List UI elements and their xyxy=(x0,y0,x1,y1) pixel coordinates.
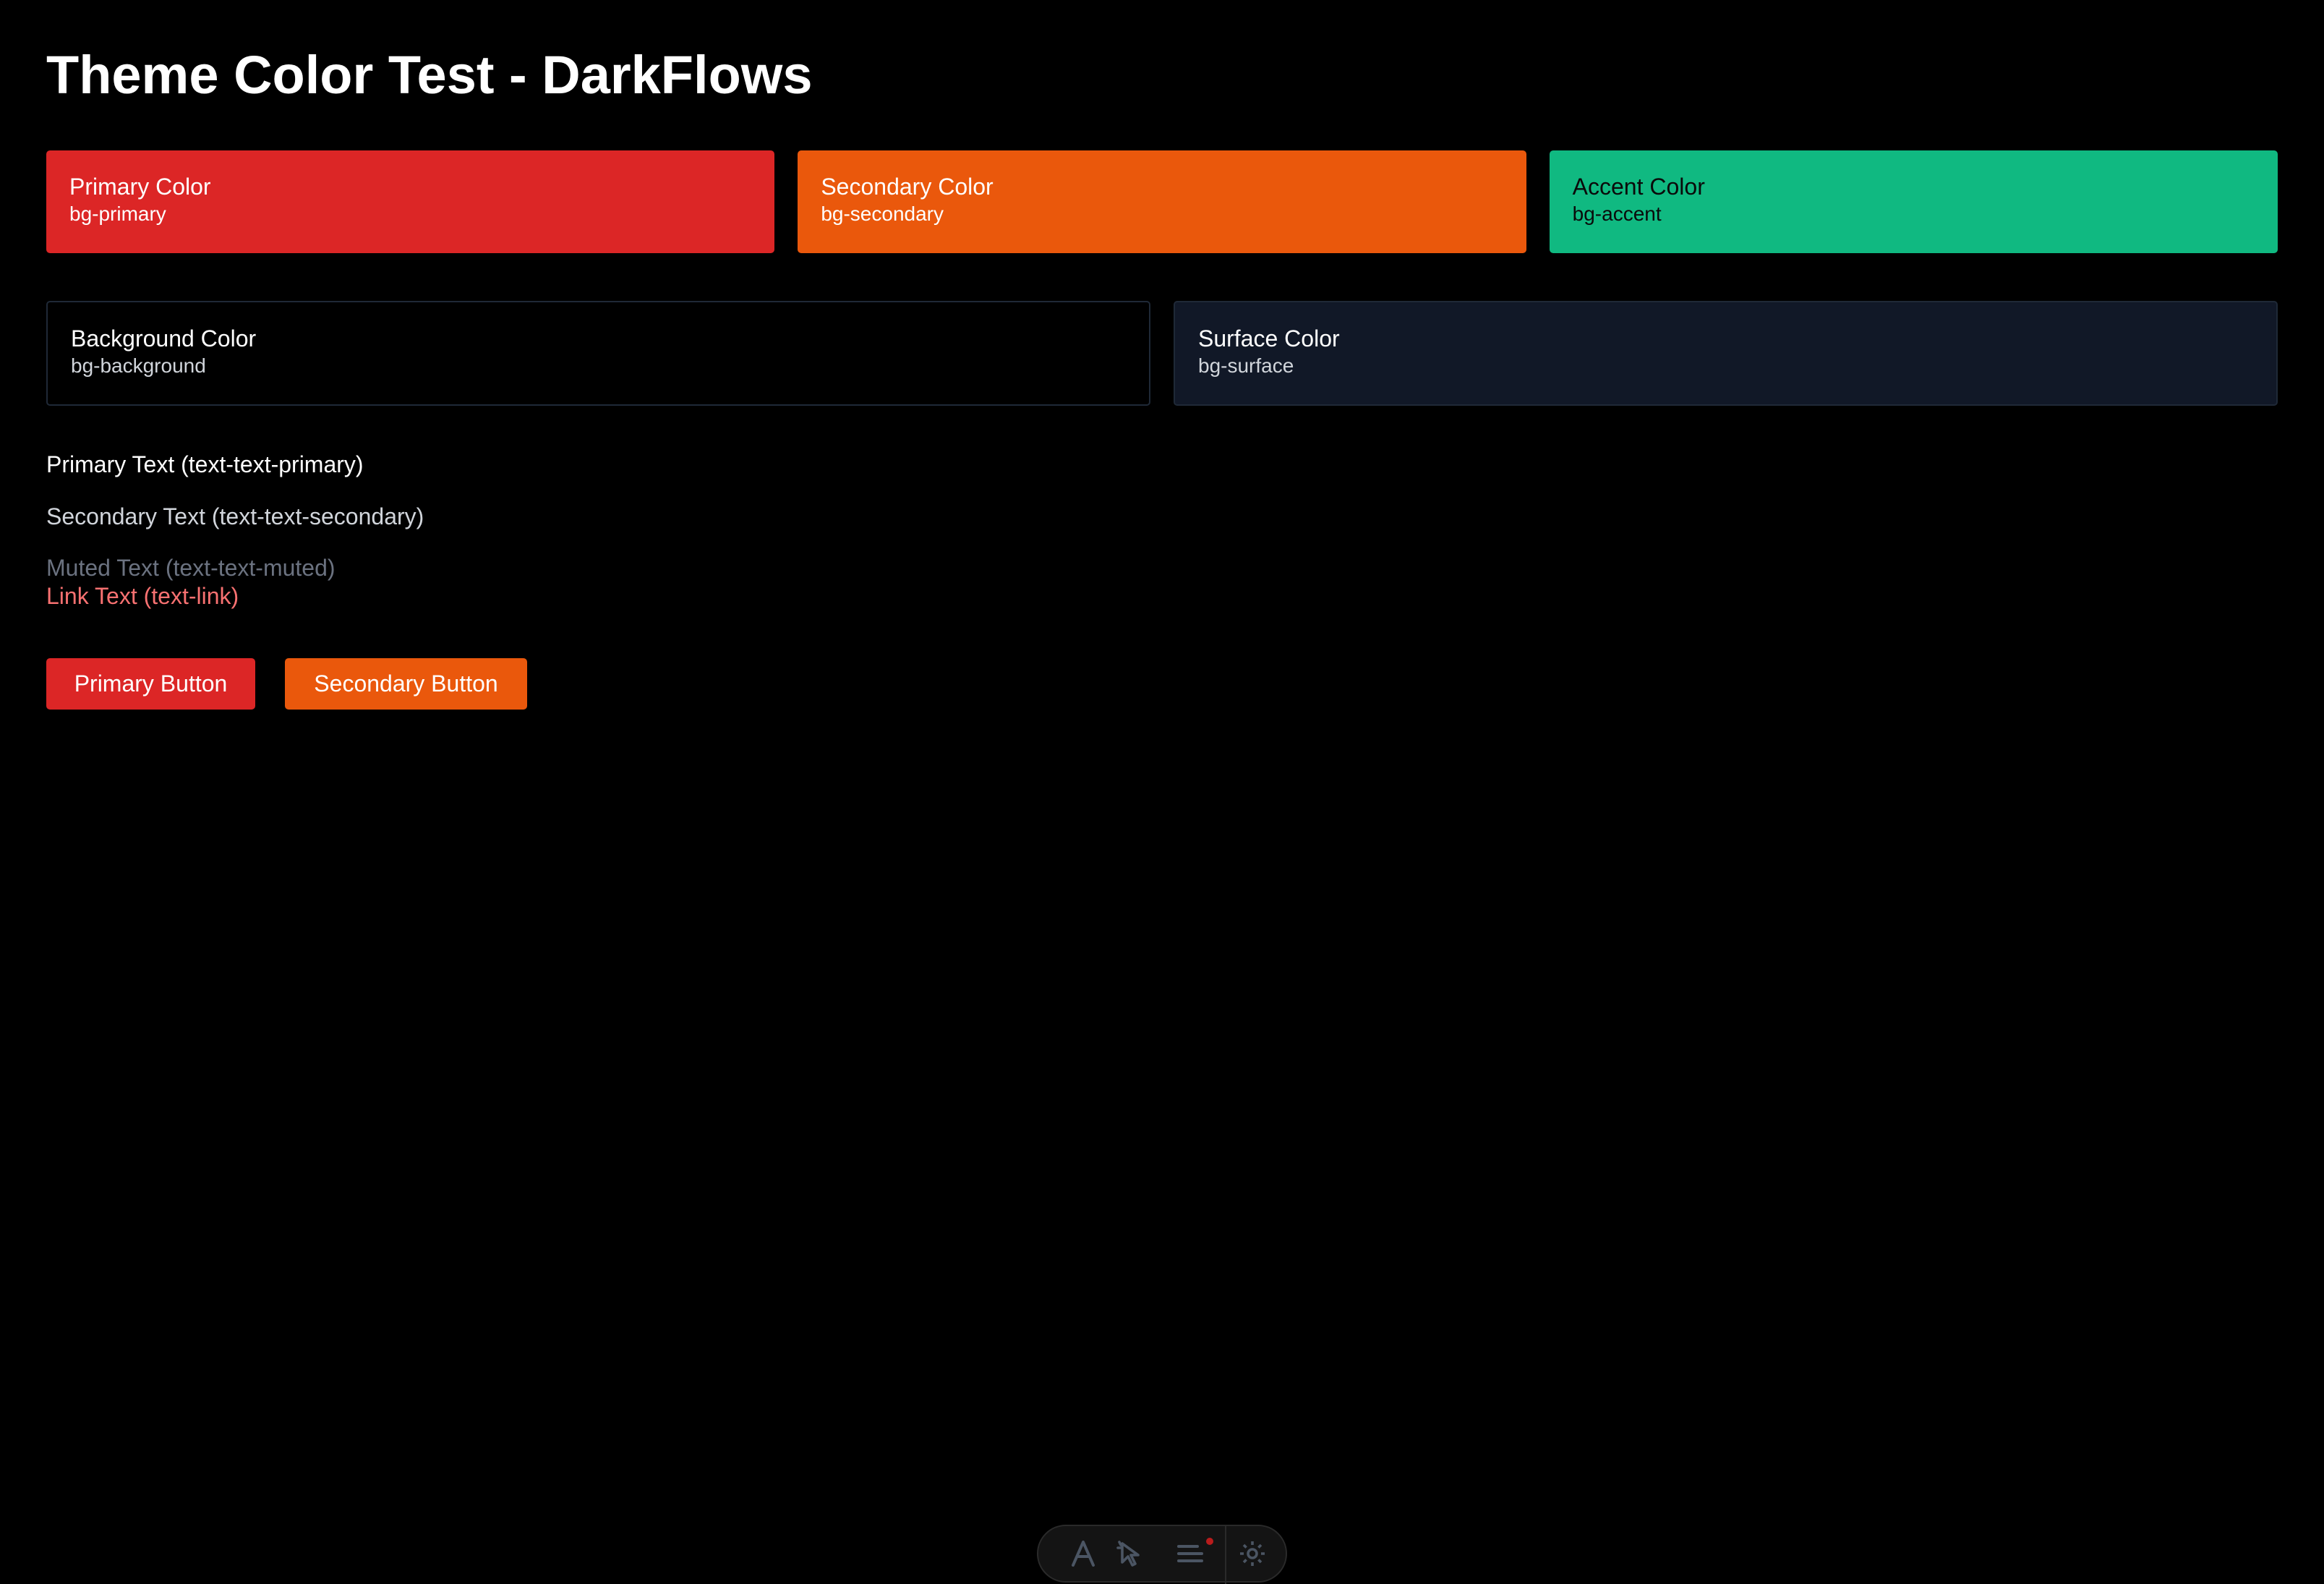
surface-color-swatch: Surface Color bg-surface xyxy=(1174,301,2278,406)
swatch-class: bg-surface xyxy=(1198,354,1294,377)
swatch-name: Surface Color xyxy=(1198,325,1340,352)
swatch-class: bg-accent xyxy=(1572,203,1662,225)
accent-color-swatch: Accent Color bg-accent xyxy=(1549,150,2278,253)
swatch-class: bg-background xyxy=(71,354,206,377)
swatch-class: bg-secondary xyxy=(821,203,944,225)
primary-button[interactable]: Primary Button xyxy=(46,658,255,710)
swatch-name: Accent Color xyxy=(1572,174,1705,200)
muted-text-sample: Muted Text (text-text-muted) xyxy=(46,555,336,581)
secondary-button[interactable]: Secondary Button xyxy=(285,658,527,710)
background-color-swatch: Background Color bg-background xyxy=(46,301,1150,406)
text-icon[interactable] xyxy=(1069,1539,1098,1568)
primary-text-sample: Primary Text (text-text-primary) xyxy=(46,451,364,477)
swatch-name: Secondary Color xyxy=(821,174,994,200)
secondary-color-swatch: Secondary Color bg-secondary xyxy=(798,150,1526,253)
swatch-name: Primary Color xyxy=(69,174,211,200)
primary-color-swatch: Primary Color bg-primary xyxy=(46,150,775,253)
gear-icon[interactable] xyxy=(1238,1539,1267,1568)
brand-swatch-row: Primary Color bg-primary Secondary Color… xyxy=(46,150,2278,253)
pointer-icon[interactable] xyxy=(1115,1539,1144,1568)
page-title: Theme Color Test - DarkFlows xyxy=(46,45,813,105)
notification-dot xyxy=(1206,1538,1213,1545)
swatch-name: Background Color xyxy=(71,325,257,352)
swatch-class: bg-primary xyxy=(69,203,166,225)
menu-icon[interactable] xyxy=(1176,1539,1205,1568)
secondary-text-sample: Secondary Text (text-text-secondary) xyxy=(46,503,424,529)
surface-swatch-row: Background Color bg-background Surface C… xyxy=(46,301,2278,406)
dock-divider xyxy=(1225,1526,1226,1584)
link-text-sample[interactable]: Link Text (text-link) xyxy=(46,582,239,610)
bottom-dock-toolbar xyxy=(1037,1525,1287,1584)
